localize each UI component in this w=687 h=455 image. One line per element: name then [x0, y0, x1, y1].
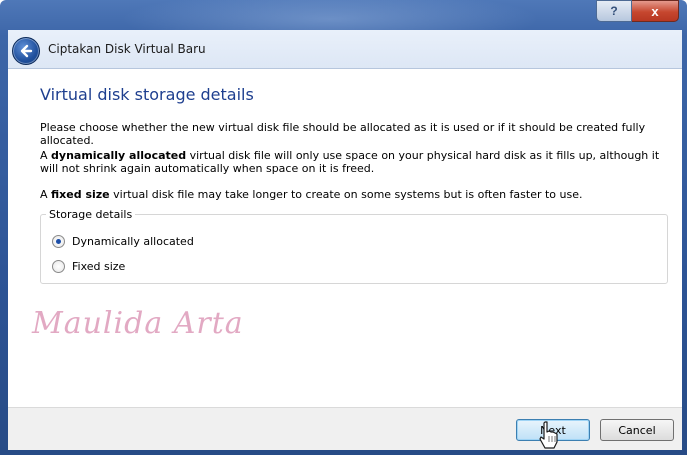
button-bar: Next Cancel — [8, 407, 682, 450]
back-arrow-icon — [20, 44, 33, 58]
cancel-button[interactable]: Cancel — [600, 419, 674, 441]
close-button[interactable]: x — [632, 0, 679, 22]
fixed-rest: virtual disk file may take longer to cre… — [109, 188, 583, 201]
dynamic-term: dynamically allocated — [51, 149, 187, 162]
intro-text: Please choose whether the new virtual di… — [40, 121, 660, 147]
intro-sentence: Please choose whether the new virtual di… — [40, 121, 646, 147]
fixed-term: fixed size — [51, 188, 110, 201]
radio-label: Fixed size — [72, 260, 126, 273]
storage-details-group — [40, 214, 668, 284]
fixed-lead: A — [40, 188, 52, 201]
window-controls: ? x — [596, 0, 679, 22]
back-button[interactable] — [12, 37, 40, 65]
radio-unselected-icon[interactable] — [52, 260, 65, 273]
radio-fixed-size[interactable]: Fixed size — [52, 260, 125, 273]
watermark-text: Maulida Arta — [32, 306, 244, 341]
wizard-title: Ciptakan Disk Virtual Baru — [48, 42, 206, 56]
fixed-description: A fixed size virtual disk file may take … — [40, 188, 660, 201]
radio-dynamically-allocated[interactable]: Dynamically allocated — [52, 235, 194, 248]
dynamic-lead: A — [40, 149, 52, 162]
radio-dot — [56, 239, 61, 244]
storage-details-label: Storage details — [46, 208, 136, 221]
wizard-content: Virtual disk storage details Please choo… — [8, 68, 682, 408]
hand-pointer-icon — [539, 421, 558, 449]
title-bar: Ciptakan Disk Virtual Baru ? x — [0, 0, 687, 70]
page-title: Virtual disk storage details — [40, 85, 254, 104]
radio-label: Dynamically allocated — [72, 235, 194, 248]
dynamic-description: A dynamically allocated virtual disk fil… — [40, 149, 660, 175]
help-button[interactable]: ? — [596, 0, 632, 22]
radio-selected-icon[interactable] — [52, 235, 65, 248]
